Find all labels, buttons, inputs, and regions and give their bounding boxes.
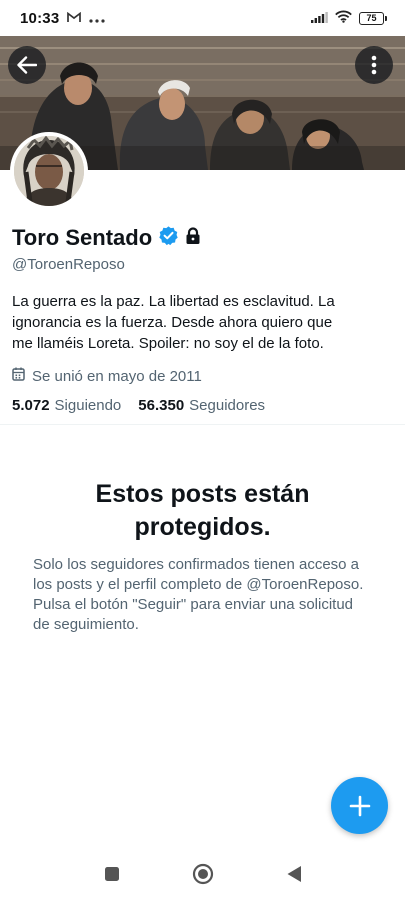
home-button[interactable] <box>192 863 214 890</box>
join-date-text: Se unió en mayo de 2011 <box>32 367 202 385</box>
followers-link[interactable]: 56.350 Seguidores <box>138 397 265 414</box>
square-icon <box>104 866 119 881</box>
circle-icon <box>192 863 213 884</box>
following-count: 5.072 <box>12 397 50 414</box>
plus-icon <box>349 795 370 816</box>
triangle-back-icon <box>287 865 301 882</box>
protected-posts-title: Estos posts están protegidos. <box>95 480 310 541</box>
compose-post-button[interactable] <box>331 777 388 834</box>
avatar[interactable] <box>10 132 88 210</box>
wifi-icon <box>335 10 352 27</box>
verified-badge-icon[interactable] <box>158 225 179 251</box>
followers-label: Seguidores <box>189 397 266 414</box>
recent-apps-button[interactable] <box>104 866 120 887</box>
profile-info: Toro Sentado @ToroenReposo La guerra es … <box>12 222 393 414</box>
arrow-left-icon <box>17 56 37 74</box>
more-options-button[interactable] <box>355 46 393 84</box>
system-navigation-bar <box>0 852 405 900</box>
user-handle: @ToroenReposo <box>12 256 125 273</box>
divider <box>0 424 405 425</box>
battery-level: 75 <box>359 11 384 25</box>
following-link[interactable]: 5.072 Siguiendo <box>12 397 121 414</box>
profile-bio: La guerra es la paz. La libertad es escl… <box>12 293 335 352</box>
signal-icon <box>311 10 328 27</box>
lock-icon <box>185 226 201 250</box>
battery-icon: 75 <box>359 11 387 25</box>
status-time: 10:33 <box>20 9 60 27</box>
display-name: Toro Sentado <box>12 225 153 250</box>
more-vertical-icon <box>371 55 377 75</box>
back-button[interactable] <box>8 46 46 84</box>
gmail-icon <box>67 10 82 27</box>
more-dots-icon <box>89 10 105 27</box>
followers-count: 56.350 <box>138 397 185 414</box>
following-label: Siguiendo <box>54 397 122 414</box>
join-date: Se unió en mayo de 2011 <box>12 367 393 385</box>
status-bar: 10:33 75 <box>0 0 405 36</box>
protected-posts-message: Solo los seguidores confirmados tienen a… <box>33 556 364 633</box>
avatar-photo <box>14 136 84 206</box>
calendar-icon <box>12 367 25 385</box>
nav-back-button[interactable] <box>286 865 302 888</box>
